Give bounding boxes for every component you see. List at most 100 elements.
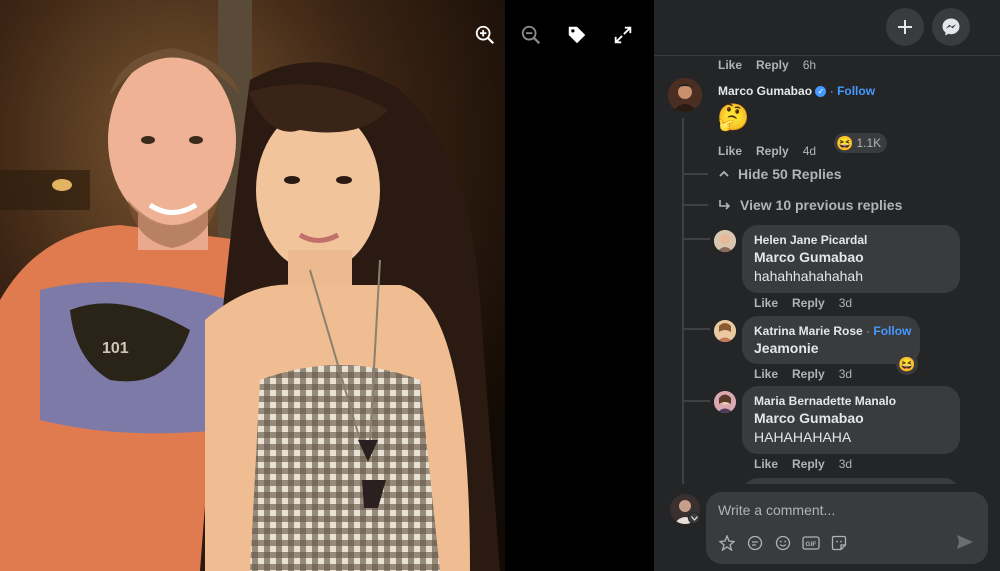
- avatar-marco[interactable]: [668, 78, 702, 112]
- avatar-image: [714, 320, 736, 342]
- create-button[interactable]: [886, 8, 924, 46]
- avatar-sticker-icon: [719, 535, 735, 551]
- thread-connector: [682, 173, 708, 175]
- timestamp: 3d: [838, 296, 853, 310]
- zoom-in-button[interactable]: [470, 20, 500, 50]
- photo[interactable]: 101: [0, 0, 505, 571]
- gif-icon: GIF: [802, 536, 820, 550]
- smiley-icon: [775, 535, 791, 551]
- reply-arrow-icon: [719, 200, 731, 210]
- reply-author[interactable]: Helen Jane Picardal: [754, 232, 948, 248]
- gif-button[interactable]: GIF: [802, 534, 820, 552]
- photo-viewer: 101: [0, 0, 654, 571]
- reply-link[interactable]: Reply: [792, 367, 825, 381]
- chevron-up-icon: [719, 170, 729, 177]
- like-link[interactable]: Like: [718, 58, 742, 72]
- chat-icon: [747, 535, 763, 551]
- comment-bubble-button[interactable]: [746, 534, 764, 552]
- like-link[interactable]: Like: [754, 296, 778, 310]
- avatar-image: [714, 230, 736, 252]
- chevron-down-icon: [690, 515, 698, 521]
- reaction-badge[interactable]: 😆: [896, 353, 918, 375]
- avatar-helen[interactable]: [714, 230, 736, 252]
- haha-reaction-icon: 😆: [898, 355, 916, 372]
- messenger-icon: [942, 18, 960, 36]
- main-comment-header: Marco Gumabao ✓ · Follow: [718, 84, 875, 98]
- hide-replies-label: Hide 50 Replies: [738, 166, 842, 182]
- follow-button[interactable]: Follow: [837, 84, 875, 98]
- separator-dot: ·: [866, 324, 871, 338]
- reply-actions: Like Reply 3d: [754, 296, 852, 310]
- fullscreen-icon: [614, 26, 632, 44]
- tag-button[interactable]: [562, 20, 592, 50]
- view-previous-replies-link[interactable]: View 10 previous replies: [718, 197, 902, 213]
- svg-text:GIF: GIF: [805, 541, 816, 548]
- reply-actions: Like Reply 3d: [754, 457, 852, 471]
- avatar-sticker-button[interactable]: [718, 534, 736, 552]
- hide-replies-link[interactable]: Hide 50 Replies: [718, 166, 842, 182]
- send-button[interactable]: [956, 534, 974, 555]
- like-link[interactable]: Like: [754, 367, 778, 381]
- thread-connector: [682, 238, 710, 240]
- thread-connector: [682, 328, 710, 330]
- timestamp: 4d: [802, 144, 817, 158]
- reply-link[interactable]: Reply: [792, 457, 825, 471]
- photo-illustration: 101: [0, 0, 505, 571]
- timestamp: 3d: [838, 457, 853, 471]
- reply-text: hahahhahahahah: [754, 268, 864, 284]
- reaction-summary[interactable]: 😆 1.1K: [834, 133, 888, 153]
- fullscreen-button[interactable]: [608, 20, 638, 50]
- reply-bubble: Maria Bernadette Manalo Marco Gumabao HA…: [742, 386, 960, 454]
- comment-input[interactable]: Write a comment... GIF: [706, 492, 988, 564]
- separator-dot: ·: [829, 84, 834, 98]
- panel-header: [654, 0, 1000, 56]
- messenger-button[interactable]: [932, 8, 970, 46]
- reply-link[interactable]: Reply: [792, 296, 825, 310]
- reply-actions: Like Reply 3d: [754, 367, 852, 381]
- reply-link[interactable]: Reply: [756, 144, 789, 158]
- thread-connector: [682, 400, 710, 402]
- avatar-image: [714, 391, 736, 413]
- sticker-icon: [831, 535, 847, 551]
- zoom-out-icon: [521, 25, 541, 45]
- comments-panel: Like Reply 6h Marco Gumabao ✓ · Follow 🤔…: [654, 0, 1000, 571]
- mention-tag[interactable]: Marco Gumabao: [754, 248, 948, 267]
- avatar-dropdown[interactable]: [688, 512, 700, 524]
- avatar-katrina[interactable]: [714, 320, 736, 342]
- previous-comment-actions: Like Reply 6h: [718, 58, 816, 72]
- tag-icon: [568, 26, 586, 44]
- sticker-button[interactable]: [830, 534, 848, 552]
- thread-connector: [682, 204, 708, 206]
- shirt-text: 101: [102, 340, 129, 357]
- reply-bubble: Helen Jane Picardal Marco Gumabao hahahh…: [742, 225, 960, 293]
- reply-text: Jeamonie: [754, 340, 819, 356]
- reply-bubble: Katrina Marie Rose · Follow Jeamonie: [742, 316, 920, 364]
- main-comment-actions: Like Reply 4d: [718, 144, 816, 158]
- composer-tools: GIF: [718, 534, 848, 552]
- send-icon: [957, 535, 973, 549]
- reply-header: Katrina Marie Rose · Follow: [754, 323, 911, 339]
- viewer-toolbar: [470, 20, 638, 50]
- mention-tag[interactable]: Marco Gumabao: [754, 409, 948, 428]
- verified-icon: ✓: [815, 86, 827, 98]
- reply-link[interactable]: Reply: [756, 58, 789, 72]
- reply-text: HAHAHAHAHA: [754, 429, 852, 445]
- avatar-maria[interactable]: [714, 391, 736, 413]
- like-link[interactable]: Like: [718, 144, 742, 158]
- comment-placeholder: Write a comment...: [718, 502, 836, 518]
- reply-author[interactable]: Maria Bernadette Manalo: [754, 393, 948, 409]
- view-previous-label: View 10 previous replies: [740, 197, 903, 213]
- like-link[interactable]: Like: [754, 457, 778, 471]
- emoji-button[interactable]: [774, 534, 792, 552]
- comment-author[interactable]: Marco Gumabao: [718, 84, 812, 98]
- reply-author[interactable]: Katrina Marie Rose: [754, 324, 863, 338]
- zoom-out-button[interactable]: [516, 20, 546, 50]
- plus-icon: [898, 20, 912, 34]
- avatar-image: [668, 78, 702, 112]
- follow-button[interactable]: Follow: [873, 324, 911, 338]
- zoom-in-icon: [475, 25, 495, 45]
- haha-reaction-icon: 😆: [836, 134, 854, 151]
- reaction-count: 1.1K: [856, 136, 882, 150]
- timestamp: 3d: [838, 367, 853, 381]
- comment-emoji: 🤔: [717, 102, 750, 132]
